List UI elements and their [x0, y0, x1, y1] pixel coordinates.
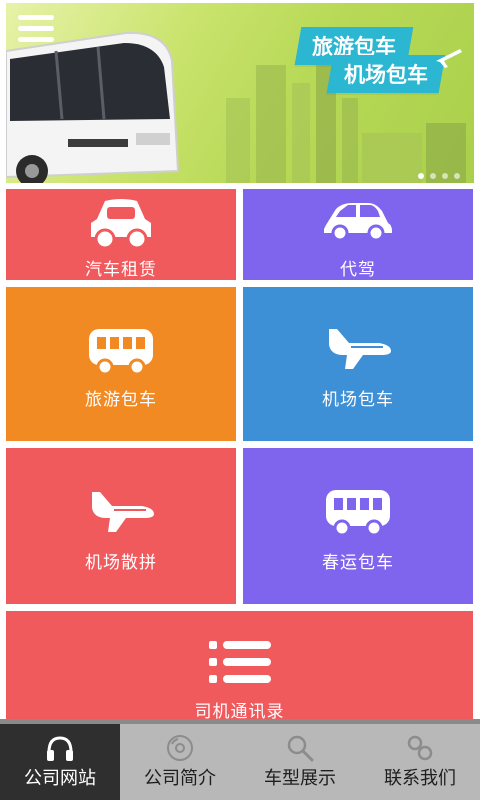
- tile-tour-charter[interactable]: 旅游包车: [6, 287, 236, 441]
- airplane-icon: [92, 492, 154, 532]
- tile-label: 机场包车: [322, 390, 394, 410]
- tile-label: 旅游包车: [85, 390, 157, 410]
- bus-icon: [89, 329, 153, 376]
- hamburger-menu-icon[interactable]: [18, 15, 54, 43]
- nav-label: 车型展示: [264, 768, 336, 789]
- search-icon: [287, 735, 314, 762]
- disc-icon: [167, 735, 193, 761]
- bus-icon: [326, 490, 390, 537]
- headphones-icon: [47, 736, 73, 761]
- bottom-nav: 公司网站 公司简介 车型展示 联系我们: [0, 724, 480, 800]
- tile-label: 机场散拼: [85, 553, 157, 573]
- tile-label: 汽车租赁: [85, 260, 157, 280]
- tile-label: 春运包车: [322, 553, 394, 573]
- bus-illustration: [6, 31, 180, 183]
- tile-driver-directory[interactable]: 司机通讯录: [6, 611, 473, 722]
- airplane-icon: [329, 329, 391, 369]
- carousel-indicator: [418, 173, 460, 179]
- airplane-icon: [436, 49, 462, 68]
- nav-item-company-site[interactable]: 公司网站: [0, 724, 120, 800]
- building-silhouette: [226, 98, 250, 183]
- building-silhouette: [362, 133, 422, 183]
- building-silhouette: [342, 98, 358, 183]
- tile-airport-charter[interactable]: 机场包车: [243, 287, 473, 441]
- list-icon: [208, 641, 271, 683]
- hero-banner[interactable]: 旅游包车 机场包车: [6, 3, 474, 183]
- car-outline-icon: [324, 203, 392, 242]
- building-silhouette: [256, 65, 286, 183]
- nav-item-contact-us[interactable]: 联系我们: [360, 724, 480, 800]
- building-silhouette: [292, 83, 310, 183]
- nav-label: 公司简介: [144, 768, 216, 789]
- nav-item-company-intro[interactable]: 公司简介: [120, 724, 240, 800]
- nav-label: 公司网站: [24, 768, 96, 789]
- nav-item-vehicle-showcase[interactable]: 车型展示: [240, 724, 360, 800]
- tile-spring-festival-charter[interactable]: 春运包车: [243, 448, 473, 604]
- link-icon: [407, 735, 433, 761]
- tile-designated-driver[interactable]: 代驾: [243, 189, 473, 280]
- car-icon: [91, 199, 151, 249]
- tile-label: 代驾: [340, 260, 376, 280]
- nav-label: 联系我们: [384, 768, 456, 789]
- tile-car-rental[interactable]: 汽车租赁: [6, 189, 236, 280]
- tile-airport-shared[interactable]: 机场散拼: [6, 448, 236, 604]
- promo-label-airport: 机场包车: [326, 55, 446, 93]
